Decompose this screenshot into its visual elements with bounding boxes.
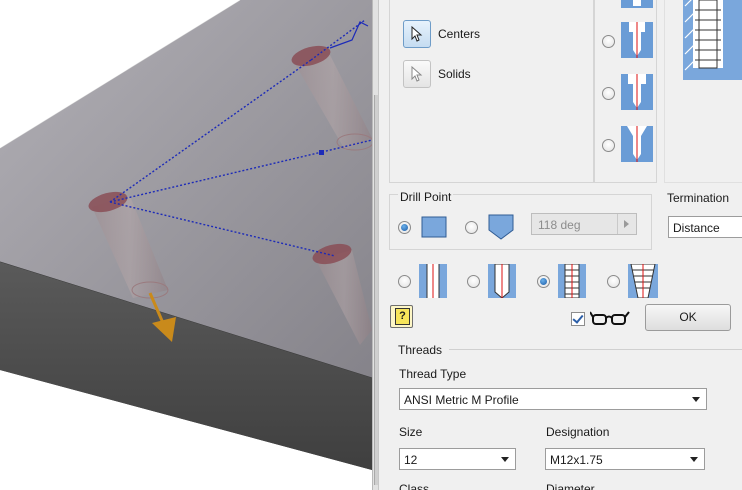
chevron-down-icon: [690, 457, 698, 462]
ok-button[interactable]: OK: [645, 304, 731, 331]
help-button[interactable]: ?: [390, 305, 413, 328]
viewport-scrollbar[interactable]: [372, 0, 379, 490]
diameter-label: Diameter: [546, 482, 595, 490]
centers-label: Centers: [438, 27, 481, 41]
hole-style-radio-3[interactable]: [602, 87, 615, 100]
preview-checkbox[interactable]: [571, 312, 585, 326]
select-arrow-icon: [411, 26, 423, 42]
designation-dropdown[interactable]: M12x1.75: [545, 448, 705, 470]
hole-style-radio-2[interactable]: [602, 35, 615, 48]
hole-type-simple-radio[interactable]: [398, 275, 411, 288]
drill-angle-arrow[interactable]: [617, 214, 636, 234]
counterbore-hole-icon: [621, 74, 653, 110]
thread-type-value: ANSI Metric M Profile: [404, 393, 519, 407]
drill-angle-input[interactable]: 118 deg: [531, 213, 637, 235]
thread-type-dropdown[interactable]: ANSI Metric M Profile: [399, 388, 707, 410]
taper-tapped-hole-icon[interactable]: [626, 264, 660, 298]
hole-type-clearance-radio[interactable]: [467, 275, 480, 288]
size-dropdown[interactable]: 12: [399, 448, 516, 470]
threads-group-title: Threads: [398, 343, 443, 357]
model-viewport[interactable]: [0, 0, 372, 490]
drill-angle-value: 118 deg: [538, 218, 581, 232]
designation-value: M12x1.75: [550, 453, 603, 467]
thread-preview-icon: [679, 0, 742, 80]
chevron-down-icon: [501, 457, 509, 462]
scrollbar-thumb[interactable]: [374, 95, 378, 485]
model-canvas[interactable]: [0, 0, 372, 490]
tapped-hole-icon[interactable]: [556, 264, 588, 298]
designation-label: Designation: [546, 425, 610, 439]
drill-point-flat-radio[interactable]: [398, 221, 411, 234]
drill-point-title: Drill Point: [398, 190, 454, 204]
help-icon: ?: [395, 308, 410, 325]
solids-label: Solids: [438, 67, 471, 81]
centers-select-button[interactable]: [403, 20, 431, 48]
hole-dialog: Centers Solids Drill Point 118 deg Termi…: [379, 0, 742, 490]
spotface-icon: [621, 22, 653, 58]
drill-point-angled-radio[interactable]: [465, 221, 478, 234]
hole-style-radio-4[interactable]: [602, 139, 615, 152]
chevron-down-icon: [692, 397, 700, 402]
hole-type-taper-radio[interactable]: [607, 275, 620, 288]
glasses-icon: [590, 311, 630, 325]
hole-type-tapped-radio[interactable]: [537, 275, 550, 288]
solids-select-button[interactable]: [403, 60, 431, 88]
countersink-hole-icon: [621, 126, 653, 162]
termination-dropdown[interactable]: Distance: [668, 216, 742, 238]
termination-title: Termination: [667, 191, 730, 205]
size-label: Size: [399, 425, 423, 439]
flat-drill-point-icon[interactable]: [420, 216, 448, 238]
threads-divider: [449, 349, 742, 350]
termination-value: Distance: [673, 221, 720, 235]
size-value: 12: [404, 453, 418, 467]
clearance-hole-icon[interactable]: [486, 264, 518, 298]
counterbore-icon: [621, 0, 653, 8]
simple-hole-icon[interactable]: [417, 264, 449, 298]
class-label: Class: [399, 482, 430, 490]
thread-type-label: Thread Type: [399, 367, 467, 381]
angled-drill-point-icon[interactable]: [487, 214, 515, 240]
select-arrow-icon: [411, 66, 423, 82]
